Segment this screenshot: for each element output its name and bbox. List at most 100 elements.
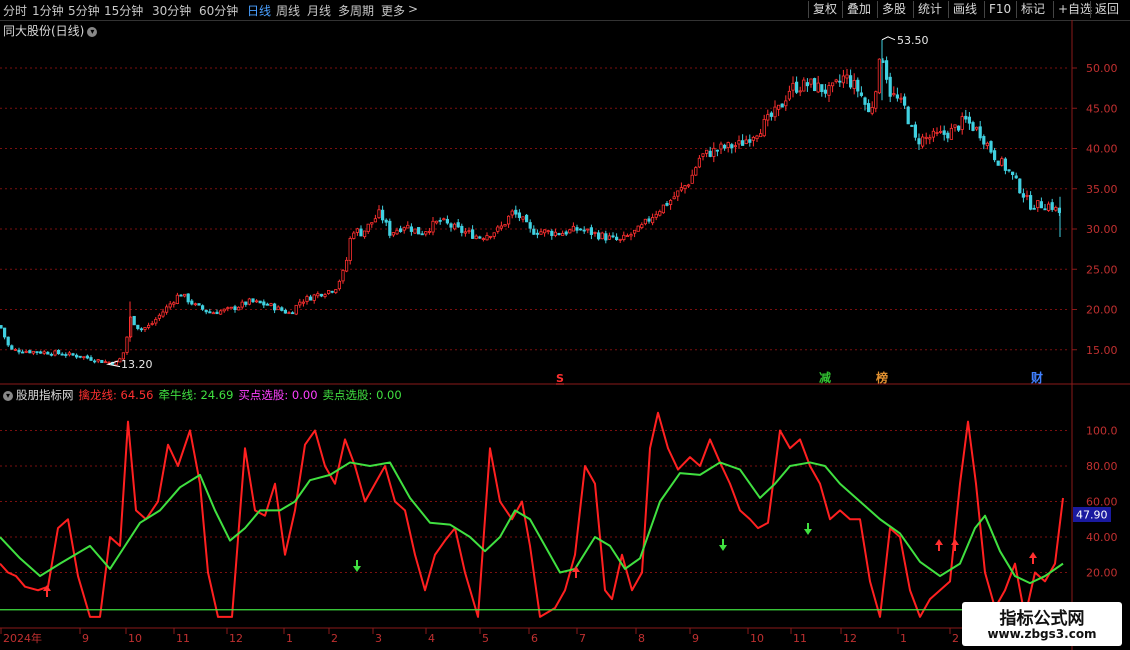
sell-arrow-icon bbox=[804, 529, 812, 535]
candle-body bbox=[204, 309, 208, 313]
candle-body bbox=[301, 301, 306, 304]
candle-body bbox=[679, 187, 684, 191]
indicator-legend-3: 卖点选股: 0.00 bbox=[322, 388, 402, 402]
candle-body bbox=[226, 307, 230, 310]
candle-body bbox=[582, 229, 586, 232]
candle-body bbox=[485, 235, 489, 241]
candle-body bbox=[35, 351, 39, 354]
candle-body bbox=[575, 227, 579, 231]
event-marker: S bbox=[556, 372, 564, 385]
candle-body bbox=[816, 82, 820, 93]
candle-body bbox=[143, 327, 147, 330]
candle-body bbox=[60, 353, 64, 356]
candle-body bbox=[687, 184, 691, 187]
candle-body bbox=[1029, 195, 1033, 210]
candle-body bbox=[597, 232, 601, 240]
buy-arrow-icon bbox=[1029, 552, 1037, 558]
candle-body bbox=[481, 238, 486, 240]
candle-body bbox=[244, 301, 248, 305]
candle-body bbox=[852, 80, 856, 89]
candle-body bbox=[759, 133, 763, 138]
candle-body bbox=[532, 228, 536, 235]
price-tick-label: 15.00 bbox=[1086, 344, 1118, 357]
candle-body bbox=[211, 312, 215, 315]
candle-body bbox=[625, 235, 630, 237]
candle-body bbox=[517, 212, 522, 218]
candle-body bbox=[762, 119, 766, 137]
candle-body bbox=[856, 79, 860, 92]
candle-body bbox=[388, 220, 392, 236]
candle-body bbox=[672, 196, 676, 200]
candle-body bbox=[611, 235, 615, 238]
candle-body bbox=[1025, 194, 1029, 197]
candle-body bbox=[254, 300, 259, 303]
candle-body bbox=[85, 355, 89, 359]
candle-body bbox=[715, 149, 720, 152]
x-tick-label: 5 bbox=[482, 632, 489, 645]
candle-body bbox=[492, 232, 496, 237]
candle-body bbox=[647, 218, 651, 222]
candle-body bbox=[395, 229, 399, 235]
candle-body bbox=[604, 233, 608, 241]
candle-body bbox=[370, 222, 374, 225]
candle-body bbox=[460, 225, 464, 233]
candle-body bbox=[777, 104, 781, 110]
chart-area: 50.00 45.00 40.00 35.00 30.00 25.00 20.00 15.00… bbox=[0, 20, 1130, 650]
candle-body bbox=[265, 303, 270, 306]
candle-body bbox=[229, 306, 233, 309]
candle-body bbox=[1007, 169, 1011, 172]
candle-body bbox=[712, 147, 716, 157]
indicator-tick-label: 40.00 bbox=[1086, 531, 1118, 544]
candle-body bbox=[373, 218, 378, 223]
x-tick-label: 2024年 bbox=[3, 631, 42, 645]
candle-body bbox=[787, 90, 792, 100]
candle-body bbox=[528, 222, 532, 229]
x-tick-label: 6 bbox=[531, 632, 538, 645]
candle-body bbox=[377, 209, 381, 219]
candle-body bbox=[892, 93, 896, 96]
candle-body bbox=[607, 235, 612, 240]
x-tick-label: 7 bbox=[579, 632, 586, 645]
candle-body bbox=[964, 115, 968, 120]
candle-body bbox=[71, 353, 75, 356]
candle-body bbox=[978, 126, 982, 139]
candle-body bbox=[452, 223, 457, 230]
candle-body bbox=[125, 336, 129, 353]
candle-body bbox=[708, 150, 712, 157]
candle-body bbox=[434, 220, 439, 224]
candle-body bbox=[75, 354, 79, 358]
candle-body bbox=[993, 150, 997, 161]
candle-body bbox=[46, 351, 50, 355]
candle-body bbox=[1047, 203, 1051, 211]
candle-body bbox=[424, 231, 428, 235]
candle-body bbox=[305, 296, 309, 302]
candle-body bbox=[924, 136, 928, 139]
candle-body bbox=[834, 79, 838, 83]
candle-body bbox=[705, 149, 709, 154]
x-tick-label: 1 bbox=[900, 632, 907, 645]
candle-body bbox=[319, 293, 324, 297]
candle-body bbox=[996, 160, 1000, 166]
candle-body bbox=[416, 227, 421, 235]
candle-body bbox=[1043, 208, 1047, 211]
candle-body bbox=[420, 233, 424, 236]
candle-body bbox=[272, 303, 277, 311]
candle-body bbox=[723, 144, 727, 149]
candle-body bbox=[384, 219, 388, 223]
candle-body bbox=[697, 157, 702, 168]
candle-body bbox=[557, 232, 561, 236]
candle-body bbox=[957, 125, 961, 131]
chevron-down-icon[interactable]: ▾ bbox=[3, 390, 13, 401]
candle-body bbox=[316, 293, 320, 297]
candle-body bbox=[910, 125, 914, 127]
candle-body bbox=[398, 228, 403, 232]
event-marker: 财 bbox=[1030, 370, 1043, 385]
candle-body bbox=[568, 229, 572, 234]
candle-body bbox=[874, 91, 878, 109]
high-pointer bbox=[881, 36, 896, 41]
candle-body bbox=[546, 230, 550, 233]
candle-body bbox=[748, 139, 752, 143]
candle-body bbox=[586, 228, 590, 231]
candle-body bbox=[290, 312, 295, 315]
candle-body bbox=[841, 75, 846, 84]
